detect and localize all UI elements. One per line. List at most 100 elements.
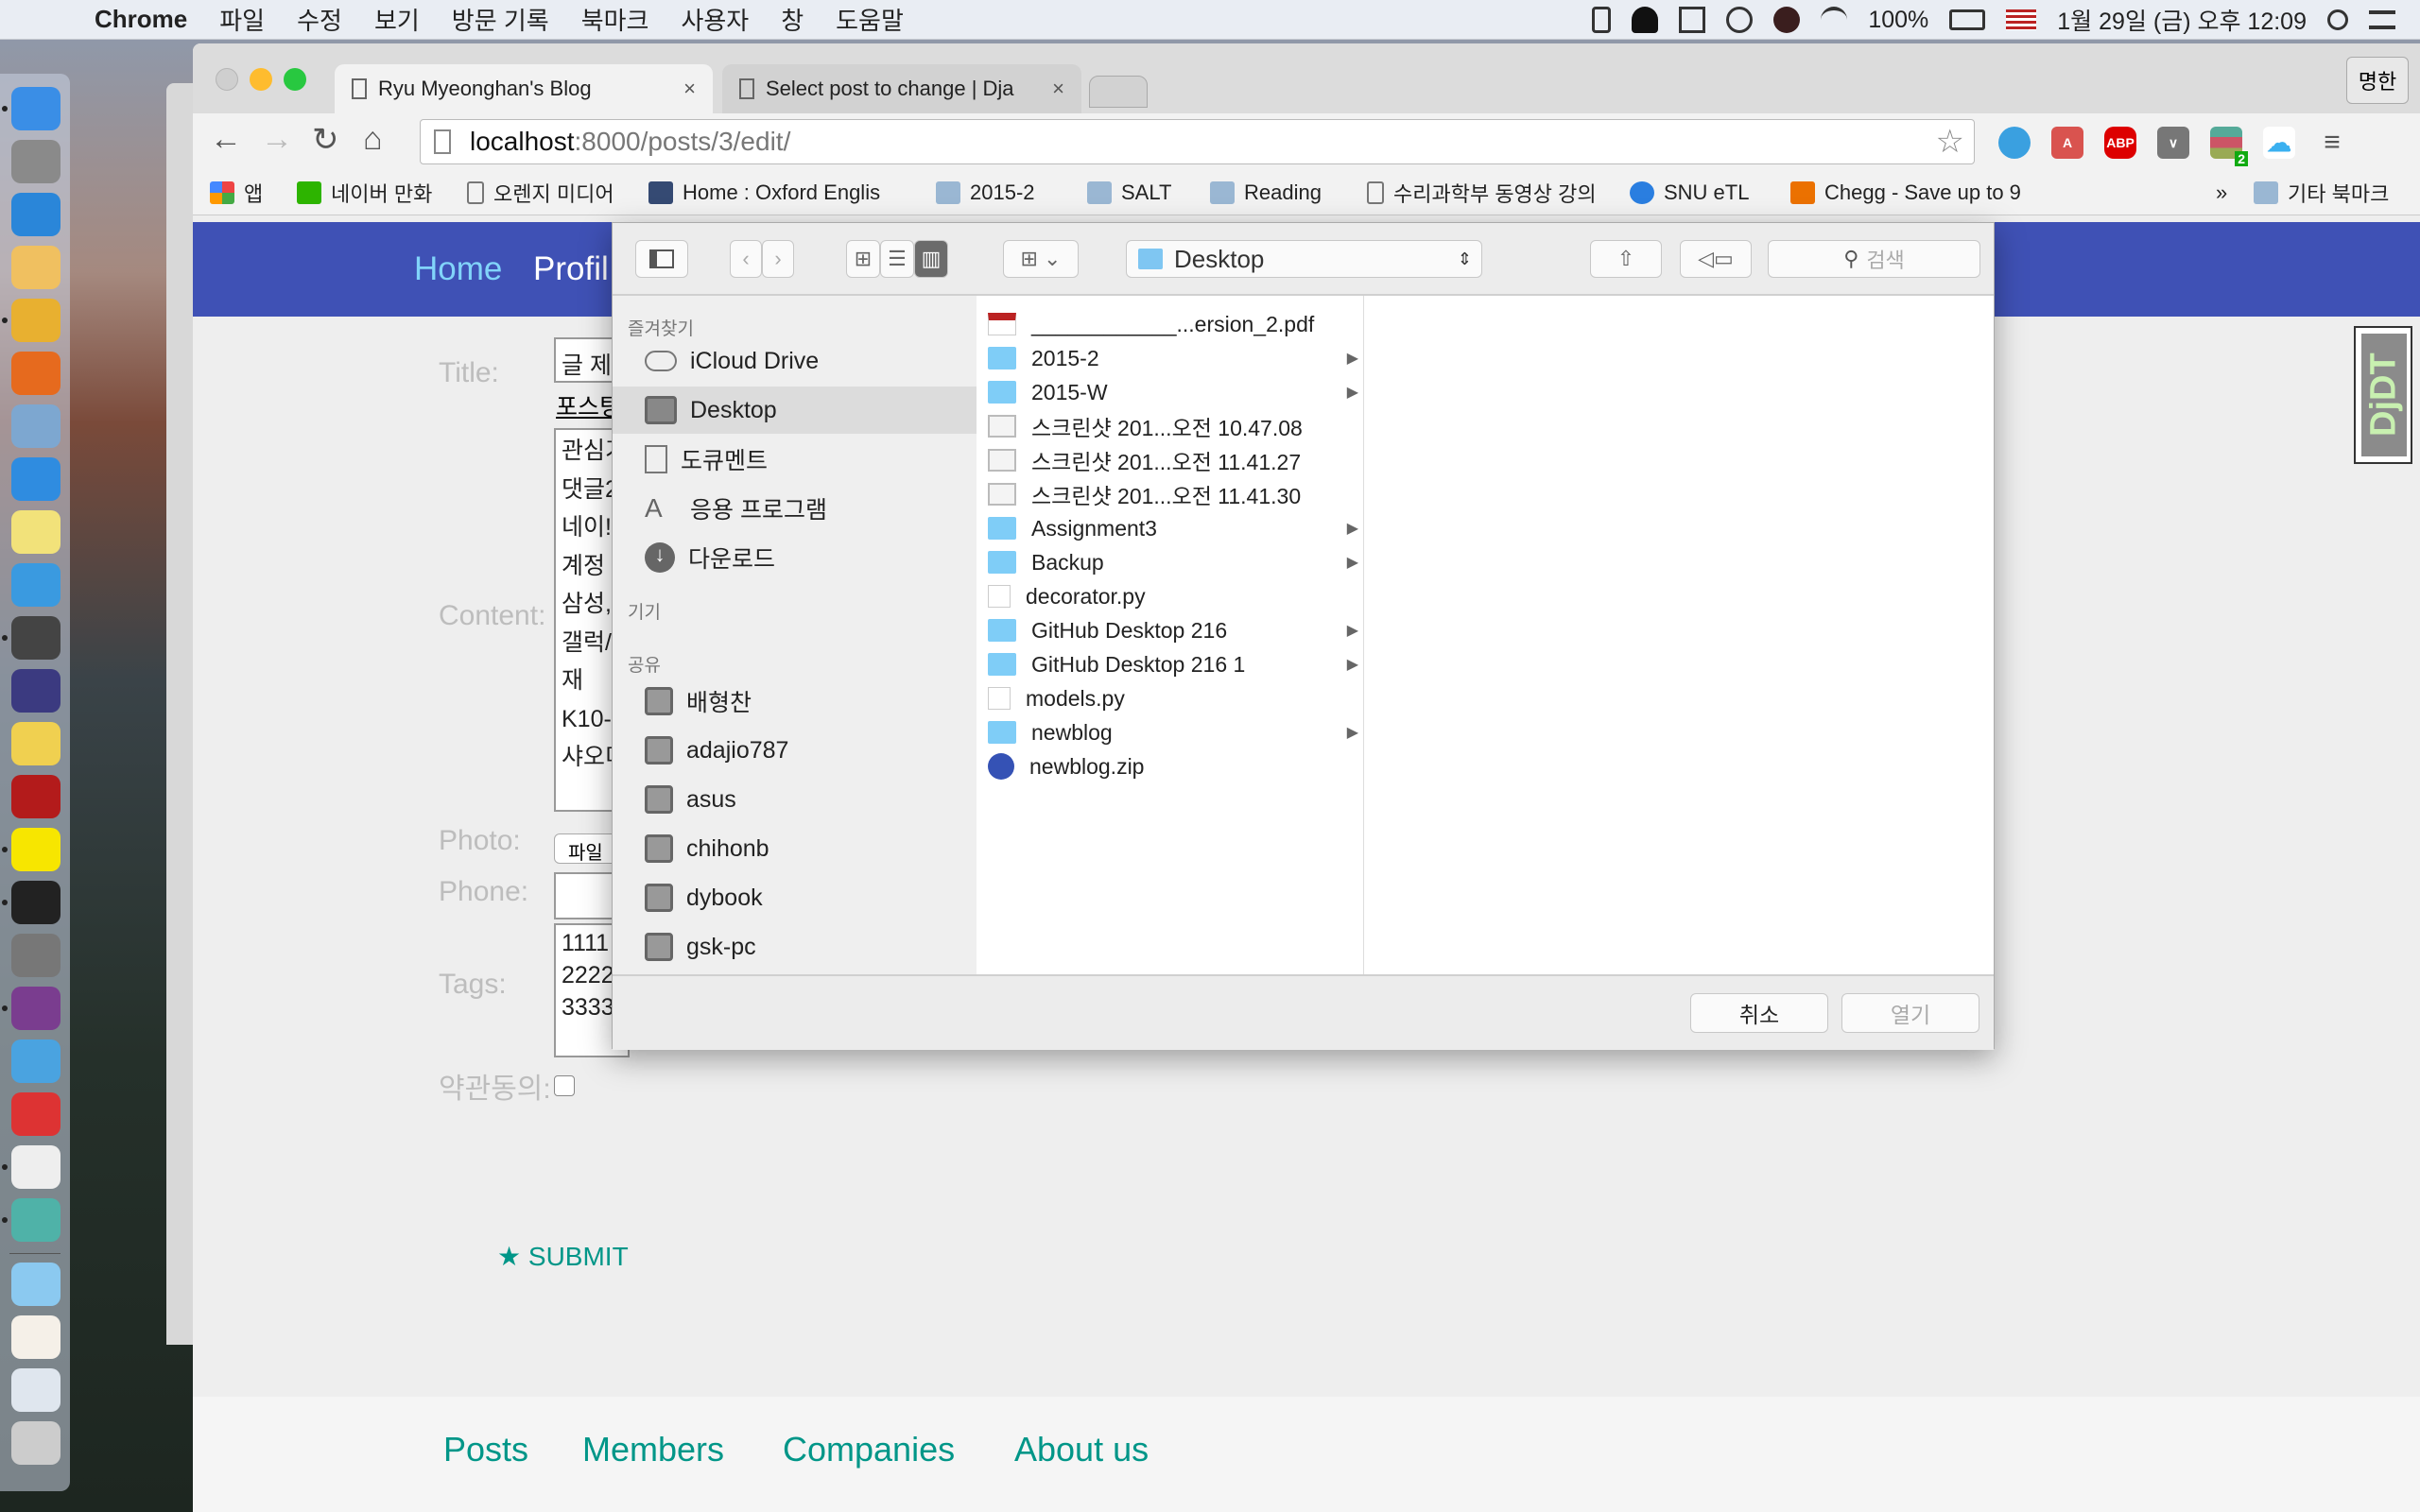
kakaotalk-dock-icon[interactable]	[11, 828, 60, 871]
tab-django-admin[interactable]: Select post to change | Dja ×	[722, 64, 1081, 113]
footer-link-posts[interactable]: Posts	[443, 1430, 528, 1469]
footer-link-about-us[interactable]: About us	[1014, 1430, 1149, 1469]
screenshot-dock-icon[interactable]	[11, 1368, 60, 1412]
applications-folder-dock-icon[interactable]	[11, 1263, 60, 1306]
sidebar-item-icloud-drive[interactable]: iCloud Drive	[613, 337, 977, 385]
open-button[interactable]: 열기	[1841, 993, 1979, 1033]
python-idle-dock-icon[interactable]	[11, 722, 60, 765]
file-list-item[interactable]: GitHub Desktop 216 ▶	[977, 613, 1364, 647]
menu-help[interactable]: 도움말	[836, 2, 904, 37]
menu-people[interactable]: 사용자	[681, 2, 749, 37]
bookmark-star-icon[interactable]: ☆	[1936, 123, 1964, 161]
menu-bookmarks[interactable]: 북마크	[581, 2, 649, 37]
home-dock-icon[interactable]	[11, 1315, 60, 1359]
sync-icon[interactable]	[1679, 7, 1706, 33]
close-window-button[interactable]	[216, 68, 238, 91]
sidebar-item-shared-computer[interactable]: gsk-pc	[613, 923, 977, 971]
nav-home[interactable]: Home	[414, 250, 502, 288]
bookmarks-overflow-button[interactable]: »	[2216, 180, 2227, 205]
django-debug-toolbar-handle[interactable]: DjDT	[2354, 326, 2412, 464]
sidebar-item-shared-computer[interactable]: asus	[613, 776, 977, 823]
adblock-plus-icon[interactable]: ABP	[2104, 127, 2136, 159]
zoom-window-button[interactable]	[284, 68, 306, 91]
bookmark-apps[interactable]: 앱	[210, 178, 263, 208]
launchpad-dock-icon[interactable]	[11, 140, 60, 183]
back-icon[interactable]: ←	[210, 121, 242, 158]
sidebar-item-shared-computer[interactable]: 배형찬	[613, 678, 977, 725]
onenote-dock-icon[interactable]	[11, 987, 60, 1030]
list-view-button[interactable]: ☰	[880, 240, 914, 278]
new-tab-button[interactable]	[1089, 76, 1148, 108]
sidebar-item-shared-computer[interactable]: chihonb	[613, 825, 977, 872]
forward-button[interactable]: ›	[762, 240, 794, 278]
wifi-icon[interactable]	[1821, 7, 1848, 33]
dictionary-extension-icon[interactable]: A	[2051, 127, 2083, 159]
location-pin-extension-icon[interactable]	[1998, 127, 2031, 159]
sidebar-item-downloads[interactable]: ↓ 다운로드	[613, 534, 977, 581]
terminal-dock-icon[interactable]	[11, 881, 60, 924]
nav-profile[interactable]: Profil	[533, 250, 609, 288]
file-list-item[interactable]: 2015-2 ▶	[977, 341, 1364, 375]
sublime-text-dock-icon[interactable]	[11, 616, 60, 660]
column-view-button[interactable]: ▥	[914, 240, 948, 278]
submit-button[interactable]: ★ SUBMIT	[497, 1241, 629, 1272]
sidebar-toggle-button[interactable]	[635, 240, 688, 278]
file-list-item[interactable]: Backup ▶	[977, 545, 1364, 579]
agree-checkbox[interactable]	[554, 1075, 575, 1096]
chat-bubble-icon[interactable]	[1773, 7, 1801, 33]
tab-blog[interactable]: Ryu Myeonghan's Blog ×	[335, 64, 713, 113]
battery-icon[interactable]	[1949, 9, 1986, 30]
sidebar-item-shared-computer[interactable]: adajio787	[613, 727, 977, 774]
bookmark-chegg[interactable]: Chegg - Save up to 9	[1790, 180, 2042, 205]
finder-dock-icon[interactable]	[11, 87, 60, 130]
reload-icon[interactable]: ↻	[312, 121, 339, 159]
icloud-extension-icon[interactable]: ☁	[2263, 127, 2295, 159]
sidebar-item-applications[interactable]: A 응용 프로그램	[613, 485, 977, 532]
bookmark-folder-reading[interactable]: Reading	[1210, 180, 1322, 205]
slack-dock-icon[interactable]	[11, 1198, 60, 1242]
share-button[interactable]: ⇧	[1590, 240, 1662, 278]
icon-view-button[interactable]: ⊞	[846, 240, 880, 278]
acrobat-dock-icon[interactable]	[11, 1145, 60, 1189]
bookmark-other[interactable]: 기타 북마크	[2254, 178, 2389, 208]
file-list-item[interactable]: Assignment3 ▶	[977, 511, 1364, 545]
us-flag-icon[interactable]	[2006, 9, 2037, 30]
trash-dock-icon[interactable]	[11, 1421, 60, 1465]
file-list-item[interactable]: 2015-W ▶	[977, 375, 1364, 409]
spotlight-search-icon[interactable]	[2327, 9, 2348, 30]
file-list-item[interactable]: newblog ▶	[977, 715, 1364, 749]
menu-edit[interactable]: 수정	[297, 2, 342, 37]
close-tab-icon[interactable]: ×	[683, 77, 696, 101]
close-tab-icon[interactable]: ×	[1052, 77, 1064, 101]
back-button[interactable]: ‹	[730, 240, 762, 278]
mail-dock-icon[interactable]	[11, 404, 60, 448]
menu-view[interactable]: 보기	[374, 2, 420, 37]
chrome-dock-icon[interactable]	[11, 299, 60, 342]
sidebar-item-desktop[interactable]: Desktop	[613, 387, 977, 434]
choose-file-button[interactable]: 파일	[554, 833, 620, 864]
menu-app-name[interactable]: Chrome	[95, 5, 187, 34]
bookmark-oxford[interactable]: Home : Oxford Englis	[648, 180, 900, 205]
eclipse-dock-icon[interactable]	[11, 669, 60, 713]
menu-file[interactable]: 파일	[219, 2, 265, 37]
location-popup[interactable]: Desktop ⇕	[1126, 240, 1482, 278]
file-list-item[interactable]: newblog.zip	[977, 749, 1364, 783]
phone-icon[interactable]	[1592, 7, 1612, 33]
filezilla-dock-icon[interactable]	[11, 775, 60, 818]
sidebar-item-documents[interactable]: 도큐멘트	[613, 436, 977, 483]
file-list-item[interactable]: GitHub Desktop 216 1 ▶	[977, 647, 1364, 681]
file-list-item[interactable]: decorator.py	[977, 579, 1364, 613]
notification-center-icon[interactable]	[2369, 10, 2395, 29]
file-list-item[interactable]: models.py	[977, 681, 1364, 715]
menu-window[interactable]: 창	[781, 2, 804, 37]
app-store-dock-icon[interactable]	[11, 457, 60, 501]
bookmark-math-lectures[interactable]: 수리과학부 동영상 강의	[1367, 178, 1597, 208]
stickies-dock-icon[interactable]	[11, 510, 60, 554]
chrome-menu-icon[interactable]: ≡	[2316, 127, 2348, 159]
clock[interactable]: 1월 29일 (금) 오후 12:09	[2057, 3, 2307, 37]
footer-link-members[interactable]: Members	[582, 1430, 724, 1469]
footer-link-companies[interactable]: Companies	[783, 1430, 955, 1469]
bookmark-orange-media[interactable]: 오렌지 미디어	[467, 178, 614, 208]
stack-extension-icon[interactable]: 2	[2210, 127, 2248, 166]
bookmark-naver-comic[interactable]: 네이버 만화	[297, 178, 432, 208]
